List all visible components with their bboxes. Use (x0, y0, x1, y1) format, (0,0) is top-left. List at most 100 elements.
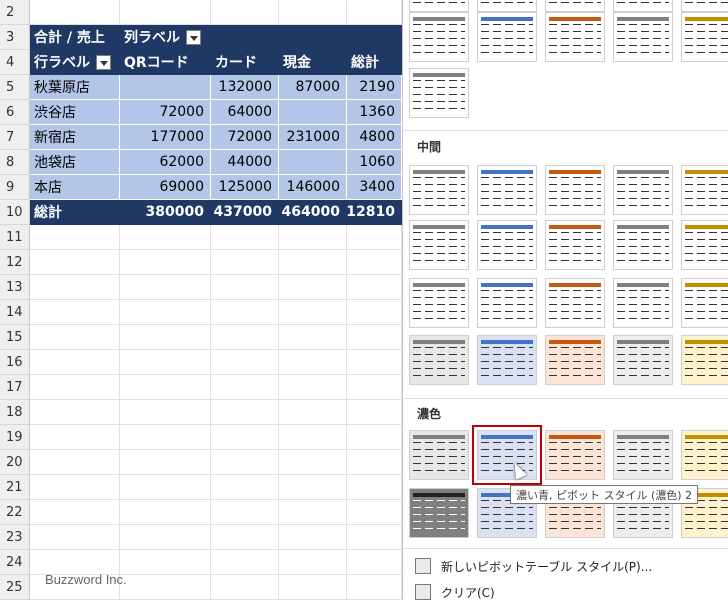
cell[interactable] (347, 525, 402, 550)
filter-dropdown-icon[interactable] (186, 29, 201, 45)
cell[interactable]: 合計 / 売上 (30, 25, 120, 50)
cell[interactable] (120, 575, 211, 600)
cell[interactable] (30, 350, 120, 375)
medium-style-swatch[interactable] (409, 278, 469, 328)
cell[interactable] (279, 100, 347, 125)
medium-style-swatch[interactable] (613, 220, 673, 270)
cell[interactable] (211, 250, 279, 275)
medium-style-swatch[interactable] (613, 165, 673, 215)
cell[interactable] (211, 0, 279, 25)
light-style-swatch[interactable] (477, 0, 537, 12)
light-style-swatch[interactable] (409, 12, 469, 62)
cell[interactable] (211, 225, 279, 250)
cell[interactable] (30, 375, 120, 400)
light-style-swatch[interactable] (613, 12, 673, 62)
cell[interactable] (211, 425, 279, 450)
cell[interactable]: 64000 (211, 100, 279, 125)
row-header[interactable]: 5 (0, 75, 30, 100)
cell[interactable]: 現金 (279, 50, 347, 75)
dark-style-swatch[interactable] (613, 430, 673, 480)
dark-style-swatch[interactable] (409, 430, 469, 480)
cell[interactable] (211, 275, 279, 300)
cell[interactable]: 125000 (211, 175, 279, 200)
cell[interactable] (211, 550, 279, 575)
cell[interactable] (279, 400, 347, 425)
cell[interactable] (120, 425, 211, 450)
cell[interactable] (120, 300, 211, 325)
cell[interactable]: 1060 (347, 150, 402, 175)
cell[interactable] (279, 525, 347, 550)
row-header[interactable]: 9 (0, 175, 30, 200)
medium-style-swatch[interactable] (681, 335, 728, 385)
cell[interactable] (211, 300, 279, 325)
cell[interactable] (279, 425, 347, 450)
row-header[interactable]: 24 (0, 550, 30, 575)
cell[interactable] (120, 375, 211, 400)
row-header[interactable]: 22 (0, 500, 30, 525)
cell[interactable]: 行ラベル (30, 50, 120, 75)
cell[interactable] (211, 500, 279, 525)
row-header[interactable]: 16 (0, 350, 30, 375)
row-header[interactable]: 23 (0, 525, 30, 550)
cell[interactable]: 総計 (347, 50, 402, 75)
row-header[interactable]: 6 (0, 100, 30, 125)
row-header[interactable]: 12 (0, 250, 30, 275)
cell[interactable] (347, 225, 402, 250)
cell[interactable]: 132000 (211, 75, 279, 100)
cell[interactable] (279, 250, 347, 275)
cell[interactable] (30, 400, 120, 425)
cell[interactable] (347, 25, 402, 50)
row-header[interactable]: 11 (0, 225, 30, 250)
cell[interactable] (211, 325, 279, 350)
medium-style-swatch[interactable] (477, 165, 537, 215)
cell[interactable] (279, 325, 347, 350)
cell[interactable] (120, 225, 211, 250)
row-header[interactable]: 20 (0, 450, 30, 475)
cell[interactable] (120, 325, 211, 350)
cell[interactable]: 池袋店 (30, 150, 120, 175)
cell[interactable] (120, 500, 211, 525)
row-header[interactable]: 17 (0, 375, 30, 400)
cell[interactable] (347, 400, 402, 425)
clear-menu-item[interactable]: クリア(C) (403, 580, 728, 600)
cell[interactable]: 177000 (120, 125, 211, 150)
cell[interactable] (347, 425, 402, 450)
filter-dropdown-icon[interactable] (96, 54, 111, 70)
cell[interactable] (279, 350, 347, 375)
cell[interactable]: 2190 (347, 75, 402, 100)
cell[interactable] (30, 450, 120, 475)
cell[interactable] (279, 575, 347, 600)
cell[interactable] (30, 225, 120, 250)
cell[interactable] (30, 425, 120, 450)
medium-style-swatch[interactable] (545, 165, 605, 215)
row-header[interactable]: 25 (0, 575, 30, 600)
cell[interactable] (120, 275, 211, 300)
cell[interactable] (120, 75, 211, 100)
row-header[interactable]: 19 (0, 425, 30, 450)
medium-style-swatch[interactable] (545, 278, 605, 328)
medium-style-swatch[interactable] (681, 220, 728, 270)
new-pivot-style-menu-item[interactable]: 新しいピボットテーブル スタイル(P)... (403, 554, 728, 578)
cell[interactable] (347, 250, 402, 275)
cell[interactable] (211, 475, 279, 500)
row-header[interactable]: 4 (0, 50, 30, 75)
cell[interactable] (279, 150, 347, 175)
cell[interactable] (347, 275, 402, 300)
cell[interactable] (211, 450, 279, 475)
cell[interactable] (279, 375, 347, 400)
cell[interactable] (279, 0, 347, 25)
row-header[interactable]: 3 (0, 25, 30, 50)
cell[interactable] (120, 475, 211, 500)
row-header[interactable]: 2 (0, 0, 30, 25)
cell[interactable] (279, 275, 347, 300)
cell[interactable] (30, 250, 120, 275)
row-header[interactable]: 10 (0, 200, 30, 225)
cell[interactable] (347, 350, 402, 375)
cell[interactable]: 72000 (211, 125, 279, 150)
light-style-swatch[interactable] (681, 0, 728, 12)
light-style-swatch[interactable] (545, 12, 605, 62)
cell[interactable]: 1360 (347, 100, 402, 125)
light-style-swatch[interactable] (409, 0, 469, 12)
light-style-swatch[interactable] (477, 12, 537, 62)
medium-style-swatch[interactable] (409, 220, 469, 270)
